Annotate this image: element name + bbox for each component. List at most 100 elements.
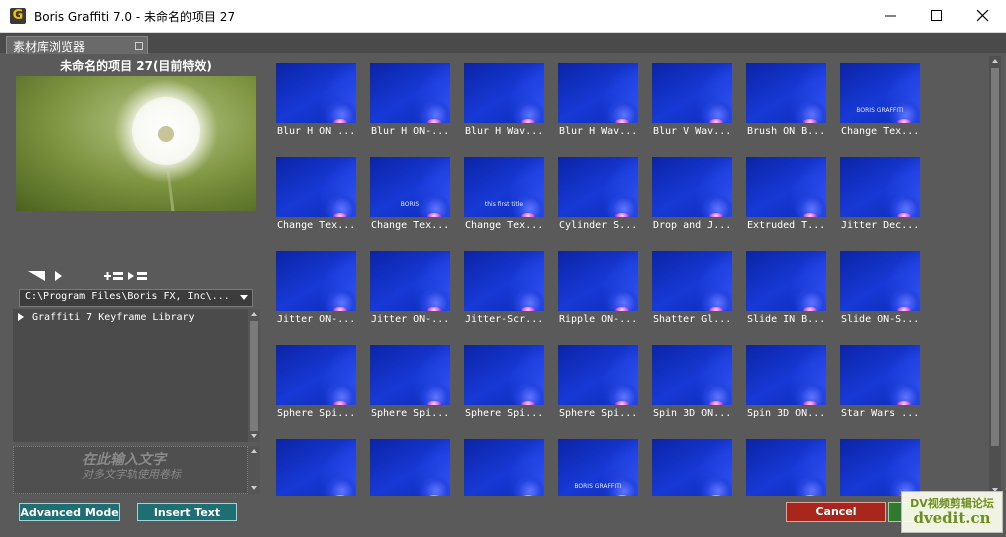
- preset-label: Change Tex...: [371, 220, 450, 231]
- apply-preset-icon[interactable]: [128, 271, 148, 281]
- scroll-up-icon[interactable]: [992, 59, 998, 63]
- tree-item-graffiti-library[interactable]: Graffiti 7 Keyframe Library: [18, 312, 195, 323]
- preset-preview-image: [464, 251, 544, 311]
- preset-preview-image: [464, 63, 544, 123]
- preset-label: Sphere Spi...: [371, 408, 450, 419]
- close-button[interactable]: [960, 0, 1006, 32]
- tab-strip: 素材库浏览器: [0, 33, 1006, 54]
- preset-preview-image: [746, 63, 826, 123]
- preset-preview-image: [652, 63, 732, 123]
- preview-image: [16, 76, 256, 211]
- tab-label: 素材库浏览器: [13, 40, 86, 54]
- text-entry-hint: 对多文字轨使用卷标: [82, 468, 181, 481]
- preset-preview-image: [746, 251, 826, 311]
- preset-preview-image: [276, 251, 356, 311]
- preset-label: Spin 3D ON...: [747, 408, 826, 419]
- preset-label: Jitter-Scr...: [465, 314, 544, 325]
- preset-label: Change Tex...: [465, 220, 544, 231]
- library-path-dropdown[interactable]: C:\Program Files\Boris FX, Inc\...: [19, 289, 253, 307]
- scroll-down-icon[interactable]: [251, 486, 257, 490]
- preset-label: Spin 3D ON...: [653, 408, 732, 419]
- preset-label: Shatter Gl...: [653, 314, 732, 325]
- preset-preview-image: [370, 63, 450, 123]
- site-watermark: DV视频剪辑论坛 dvedit.cn: [901, 491, 1003, 533]
- text-entry-box[interactable]: 在此输入文字 对多文字轨使用卷标: [13, 446, 248, 494]
- preset-label: Jitter ON-...: [277, 314, 356, 325]
- preset-preview-image: [746, 345, 826, 405]
- maximize-button[interactable]: [914, 0, 960, 32]
- tree-scrollbar[interactable]: [248, 309, 260, 442]
- window-title: Boris Graffiti 7.0 - 未命名的项目 27: [34, 10, 236, 24]
- preset-label: Jitter ON-...: [371, 314, 450, 325]
- preset-grid: Blur H ON ... Blur H ON-... Blur H Wav... B…: [270, 56, 988, 496]
- preset-overlay-text: BORIS: [400, 201, 420, 208]
- preset-preview-image: [558, 251, 638, 311]
- preset-label: Extruded T...: [747, 220, 826, 231]
- scroll-thumb[interactable]: [991, 68, 999, 446]
- scroll-down-icon[interactable]: [251, 434, 257, 438]
- preset-label: Blur V Wav...: [653, 126, 732, 137]
- preset-preview-image: [558, 157, 638, 217]
- preset-preview-image: [652, 251, 732, 311]
- tab-close-icon[interactable]: [135, 42, 143, 50]
- preset-label: Drop and J...: [653, 220, 732, 231]
- add-to-library-icon[interactable]: [104, 271, 124, 281]
- scroll-thumb[interactable]: [250, 321, 258, 431]
- preset-label: Star Wars ...: [841, 408, 920, 419]
- preset-label: Blur H Wav...: [559, 126, 638, 137]
- scroll-up-icon[interactable]: [251, 449, 257, 453]
- advanced-mode-button[interactable]: Advanced Mode: [19, 503, 120, 521]
- maximize-icon: [931, 10, 942, 21]
- preset-preview-image: [558, 345, 638, 405]
- preset-label: Change Tex...: [841, 126, 920, 137]
- preset-preview-image: [652, 439, 732, 496]
- preset-preview-image: [464, 439, 544, 496]
- preset-preview-image: [276, 345, 356, 405]
- preset-preview-image: this first title: [464, 157, 544, 217]
- preset-preview-image: [840, 345, 920, 405]
- preset-preview-image: [464, 345, 544, 405]
- preset-label: Sphere Spi...: [559, 408, 638, 419]
- grid-scrollbar[interactable]: [989, 56, 1001, 496]
- library-path-value: C:\Program Files\Boris FX, Inc\...: [25, 291, 230, 302]
- library-tree: Graffiti 7 Keyframe Library: [13, 309, 248, 442]
- cancel-button[interactable]: Cancel: [786, 502, 886, 522]
- preset-preview-image: [370, 439, 450, 496]
- title-bar: G Boris Graffiti 7.0 - 未命名的项目 27: [0, 0, 1006, 33]
- preset-label: Slide IN B...: [747, 314, 826, 325]
- play-icon[interactable]: [54, 270, 64, 282]
- scroll-up-icon[interactable]: [251, 312, 257, 316]
- preset-label: Brush ON B...: [747, 126, 826, 137]
- app-logo-icon: G: [10, 8, 26, 24]
- tab-library-browser[interactable]: 素材库浏览器: [6, 36, 148, 54]
- minimize-icon: [885, 15, 896, 17]
- preset-preview-image: [840, 439, 920, 496]
- preset-preview-image: [558, 63, 638, 123]
- preset-overlay-text: BORIS GRAFFITI: [856, 107, 904, 114]
- preset-preview-image: BORIS GRAFFITI: [840, 63, 920, 123]
- expand-arrow-icon[interactable]: [18, 313, 24, 321]
- watermark-line2: dvedit.cn: [913, 509, 991, 527]
- preset-preview-image: [840, 251, 920, 311]
- preset-label: Slide ON-S...: [841, 314, 920, 325]
- insert-text-button[interactable]: Insert Text: [137, 503, 237, 521]
- preset-preview-image: [276, 63, 356, 123]
- preset-label: Sphere Spi...: [465, 408, 544, 419]
- preset-preview-image: [370, 345, 450, 405]
- preset-preview-image: [370, 251, 450, 311]
- preset-label: Cylinder S...: [559, 220, 638, 231]
- preset-preview-image: [746, 439, 826, 496]
- text-entry-scrollbar[interactable]: [248, 446, 260, 494]
- preset-preview-image: [652, 157, 732, 217]
- preset-overlay-text: this first title: [484, 201, 524, 208]
- preview-title: 未命名的项目 27(目前特效): [60, 59, 212, 73]
- tree-item-label: Graffiti 7 Keyframe Library: [32, 312, 195, 323]
- minimize-button[interactable]: [868, 0, 914, 32]
- preset-label: Blur H ON-...: [371, 126, 450, 137]
- preset-preview-image: BORIS: [370, 157, 450, 217]
- rewind-icon[interactable]: [28, 270, 48, 282]
- preset-label: Blur H ON ...: [277, 126, 356, 137]
- preset-label: Ripple ON-...: [559, 314, 638, 325]
- preset-preview-image: [840, 157, 920, 217]
- preset-label: Change Tex...: [277, 220, 356, 231]
